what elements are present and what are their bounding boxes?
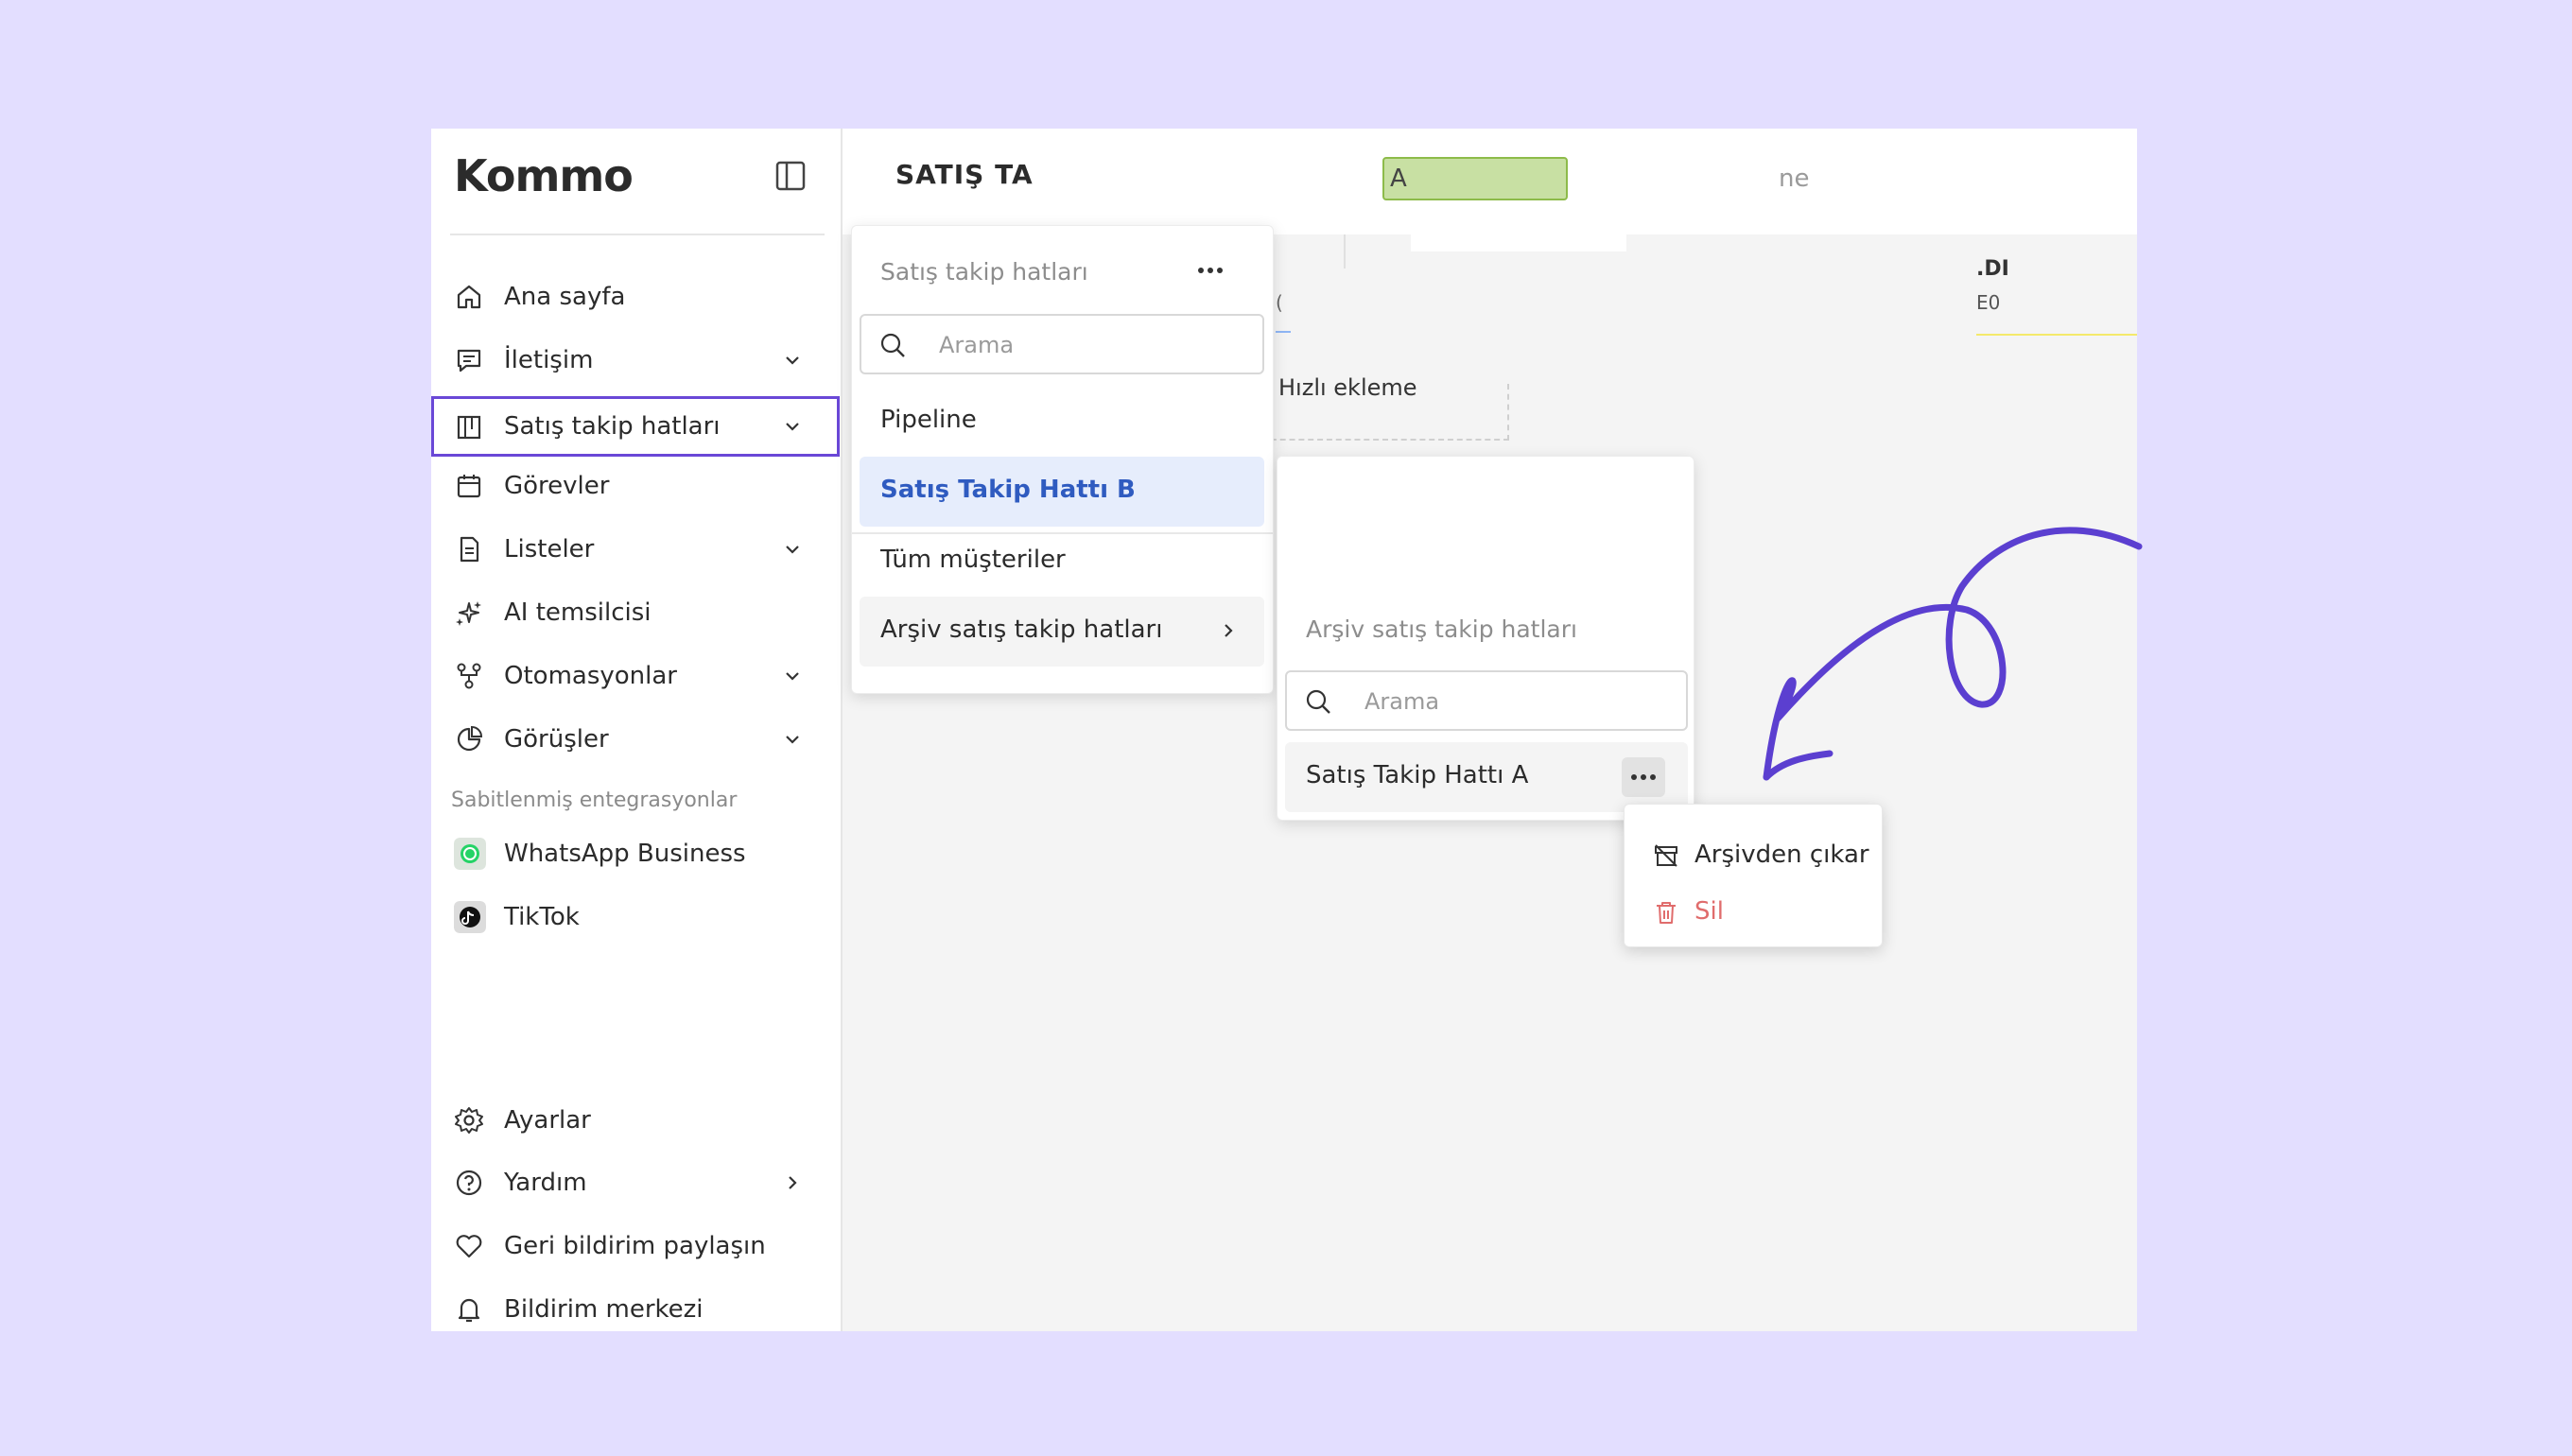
app-window: Kommo Ana sayfa İletişim Satış takip hat… (431, 129, 2137, 1331)
divider (450, 234, 825, 235)
nav-item-label: Satış takip hatları (504, 412, 721, 441)
pipeline-item-selected[interactable]: Satış Takip Hattı B (860, 457, 1264, 527)
all-clients-label: Tüm müşteriler (880, 546, 1066, 574)
sidebar-toggle-icon[interactable] (773, 159, 808, 193)
nav-item-label: İletişim (504, 346, 594, 374)
top-bar-text-fragment: ne (1779, 165, 1810, 193)
home-icon (457, 285, 481, 309)
pipelines-search-input[interactable] (937, 325, 1130, 365)
help-icon (456, 1170, 482, 1196)
nav-item-whatsapp[interactable]: WhatsApp Business (431, 823, 841, 885)
chevron-right-icon (1225, 624, 1233, 637)
nav-item-communication[interactable]: İletişim (431, 329, 841, 391)
document-icon (460, 536, 479, 563)
archive-search-input[interactable] (1363, 682, 1555, 721)
nav-item-settings[interactable]: Ayarlar (431, 1089, 841, 1152)
chevron-down-icon[interactable] (779, 536, 806, 563)
archive-search[interactable] (1285, 670, 1688, 731)
archive-dropdown: Arşiv satış takip hatları Satış Takip Ha… (1277, 456, 1694, 821)
nav-item-lists[interactable]: Listeler (431, 518, 841, 581)
automation-icon (457, 663, 481, 689)
pipeline-item-label: Satış Takip Hattı B (880, 476, 1136, 504)
pipelines-dropdown: Satış takip hatları Pipeline Satış Takip… (851, 225, 1274, 694)
nav-item-help[interactable]: Yardım (431, 1152, 841, 1214)
chevron-down-icon[interactable] (779, 413, 806, 440)
item-context-menu: Arşivden çıkar Sil (1624, 804, 1883, 947)
nav-item-feedback[interactable]: Geri bildirim paylaşın (431, 1215, 841, 1277)
search-icon (1306, 689, 1330, 714)
chevron-down-icon[interactable] (779, 726, 806, 753)
nav-item-label: Görüşler (504, 725, 609, 754)
kommo-logo[interactable]: Kommo (454, 153, 634, 199)
nav-item-label: Yardım (504, 1169, 587, 1197)
unarchive-menu-label: Arşivden çıkar (1694, 841, 1869, 869)
search-icon (880, 333, 905, 357)
column-underline (1276, 331, 1291, 333)
pinned-integrations-label: Sabitlenmiş entegrasyonlar (451, 789, 738, 812)
archive-pipelines-item[interactable]: Arşiv satış takip hatları (860, 597, 1264, 667)
nav-item-label: Görevler (504, 472, 610, 500)
column-underline (1976, 334, 2137, 336)
whatsapp-icon (454, 838, 486, 870)
column-title-fragment: ( (1276, 291, 1283, 314)
delete-menu-item[interactable]: Sil (1625, 884, 1882, 941)
sparkle-icon (456, 601, 481, 626)
column-title-fragment: .DI (1976, 257, 2009, 281)
page-title: SATIŞ TA (895, 159, 1034, 190)
bell-icon (458, 1298, 480, 1323)
nav-item-label: Ayarlar (504, 1106, 591, 1135)
chevron-down-icon[interactable] (779, 347, 806, 373)
unarchive-icon (1655, 844, 1677, 867)
nav-item-tiktok[interactable]: TikTok (431, 886, 841, 948)
pipelines-dropdown-header: Satış takip hatları (880, 258, 1088, 286)
archive-dropdown-header: Arşiv satış takip hatları (1306, 615, 1577, 643)
nav-item-tasks[interactable]: Görevler (431, 455, 841, 517)
heart-icon (456, 1235, 482, 1258)
green-tag[interactable]: A (1382, 157, 1568, 200)
archived-pipeline-label: Satış Takip Hattı A (1306, 761, 1529, 789)
nav-item-label: Bildirim merkezi (504, 1295, 704, 1324)
nav-item-ai-agent[interactable]: AI temsilcisi (431, 581, 841, 644)
nav-item-label: Otomasyonlar (504, 662, 677, 690)
delete-menu-label: Sil (1694, 897, 1724, 926)
column-subtitle-fragment: E0 (1976, 291, 2001, 314)
nav-item-pipelines[interactable]: Satış takip hatları (431, 396, 840, 457)
nav-item-label: Geri bildirim paylaşın (504, 1232, 766, 1260)
nav-item-label: TikTok (504, 903, 580, 931)
nav-item-label: AI temsilcisi (504, 598, 652, 627)
archive-pipelines-label: Arşiv satış takip hatları (880, 615, 1163, 644)
pipeline-icon (457, 415, 481, 440)
more-icon (1631, 774, 1656, 780)
chat-icon (457, 349, 481, 373)
all-clients-item[interactable]: Tüm müşteriler (860, 527, 1264, 597)
nav-item-label: Ana sayfa (504, 283, 626, 311)
pie-chart-icon (457, 725, 483, 752)
trash-icon (1657, 902, 1676, 924)
pipeline-item[interactable]: Pipeline (860, 387, 1264, 457)
quick-add-area[interactable]: Hızlı ekleme (1261, 376, 1509, 441)
calendar-icon (457, 475, 481, 498)
nav-item-home[interactable]: Ana sayfa (431, 266, 841, 328)
more-icon[interactable] (1196, 264, 1225, 277)
gear-icon (455, 1107, 483, 1134)
divider (1344, 234, 1346, 269)
chevron-down-icon[interactable] (779, 663, 806, 689)
nav-item-notifications[interactable]: Bildirim merkezi (431, 1278, 841, 1331)
nav-item-label: WhatsApp Business (504, 840, 746, 868)
nav-item-insights[interactable]: Görüşler (431, 708, 841, 771)
chevron-right-icon[interactable] (779, 1170, 806, 1196)
archived-pipeline-item[interactable]: Satış Takip Hattı A (1285, 742, 1688, 812)
sidebar: Kommo Ana sayfa İletişim Satış takip hat… (431, 129, 843, 1331)
pipeline-item-label: Pipeline (880, 406, 977, 434)
nav-item-label: Listeler (504, 535, 595, 563)
nav-item-automations[interactable]: Otomasyonlar (431, 645, 841, 707)
item-more-button[interactable] (1622, 757, 1665, 797)
tiktok-icon (454, 901, 486, 933)
unarchive-menu-item[interactable]: Arşivden çıkar (1625, 827, 1882, 884)
pipelines-search[interactable] (860, 314, 1264, 374)
